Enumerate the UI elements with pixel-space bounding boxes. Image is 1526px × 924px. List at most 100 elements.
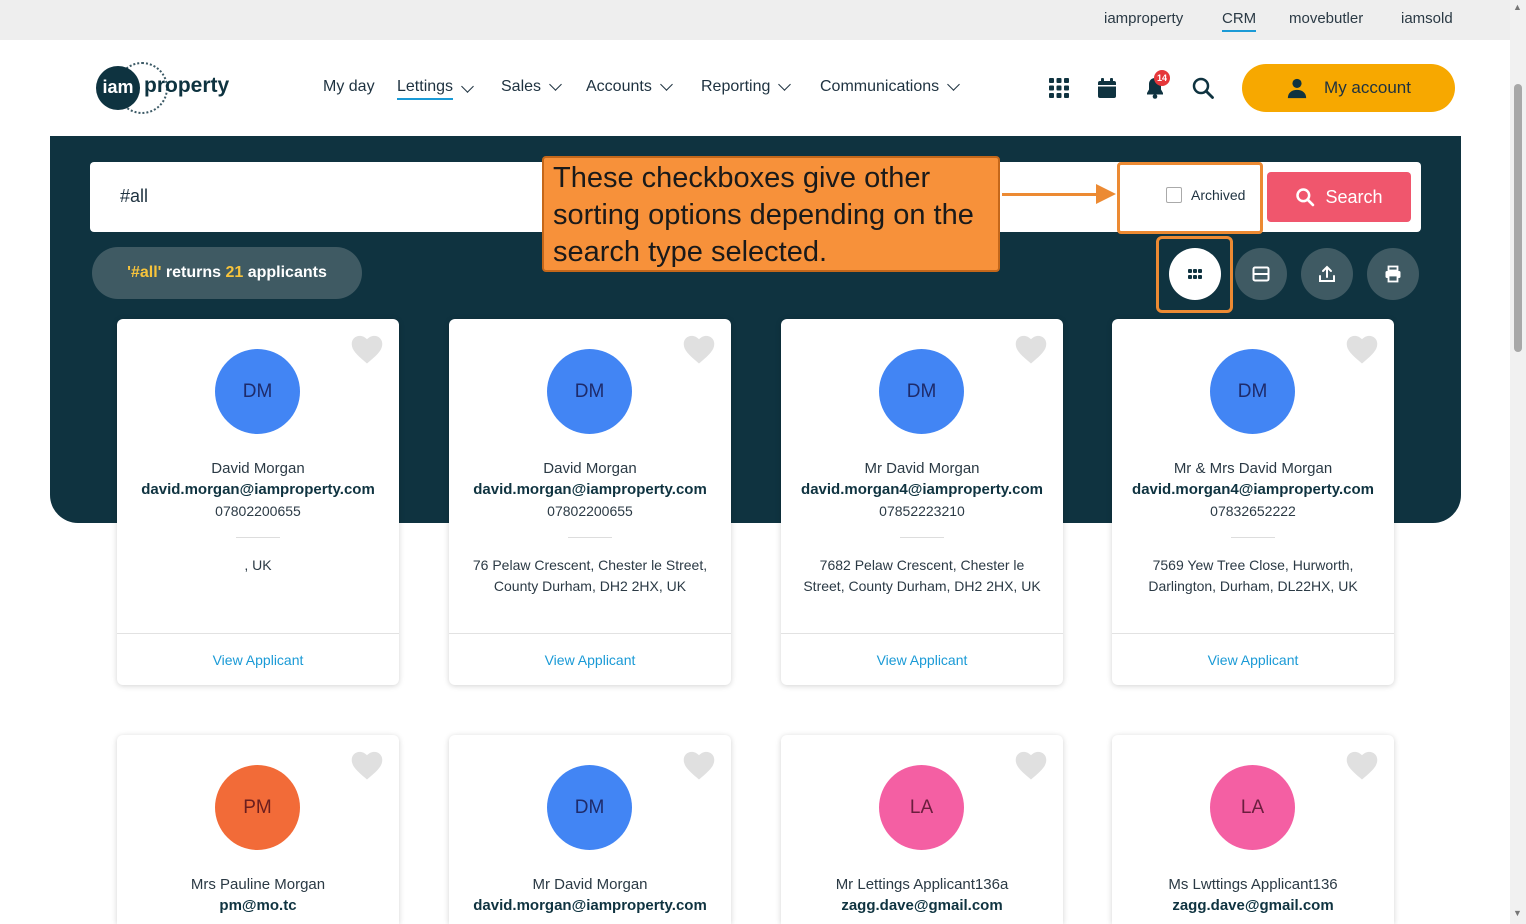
applicant-email[interactable]: zagg.dave@gmail.com (1112, 897, 1394, 914)
search-icon[interactable] (1191, 76, 1215, 100)
applicant-email[interactable]: zagg.dave@gmail.com (781, 897, 1063, 914)
util-link-iamsold[interactable]: iamsold (1401, 10, 1453, 27)
util-link-movebutler[interactable]: movebutler (1289, 10, 1363, 27)
heart-icon[interactable] (349, 749, 385, 781)
notification-count-badge: 14 (1154, 70, 1170, 86)
avatar: DM (215, 349, 300, 434)
avatar: DM (547, 765, 632, 850)
heart-icon[interactable] (1344, 749, 1380, 781)
divider (900, 537, 944, 538)
scrollbar-thumb[interactable] (1514, 84, 1522, 352)
chevron-down-icon (549, 78, 562, 91)
applicant-card[interactable]: DM Mr David Morgan david.morgan@iamprope… (449, 735, 731, 924)
avatar: DM (879, 349, 964, 434)
applicant-email[interactable]: david.morgan4@iamproperty.com (1112, 481, 1394, 498)
applicant-address: 7682 Pelaw Crescent, Chester le Street, … (803, 557, 1041, 594)
user-icon (1287, 78, 1307, 99)
applicant-name: Ms Lwttings Applicant136 (1168, 876, 1338, 893)
list-view-button[interactable] (1235, 248, 1287, 300)
nav-my-day[interactable]: My day (323, 78, 375, 96)
annotation-highlight-checkbox (1117, 162, 1263, 234)
avatar: LA (1210, 765, 1295, 850)
applicant-phone[interactable]: 07832652222 (1112, 503, 1394, 519)
nav-label: Lettings (397, 78, 454, 100)
applicant-card[interactable]: DM David Morgan david.morgan@iamproperty… (449, 319, 731, 685)
applicant-phone[interactable]: 07802200655 (117, 503, 399, 519)
utility-bar (0, 0, 1510, 40)
search-icon (1296, 188, 1315, 207)
nav-label: Reporting (701, 78, 771, 95)
util-link-crm[interactable]: CRM (1222, 10, 1257, 32)
applicant-name: Mr Lettings Applicant136a (835, 876, 1009, 893)
search-button-label: Search (1325, 186, 1383, 207)
applicant-name: Mr David Morgan (532, 876, 648, 893)
chevron-down-icon (778, 78, 792, 91)
applicant-email[interactable]: david.morgan@iamproperty.com (449, 481, 731, 498)
list-view-icon (1252, 266, 1270, 282)
applicant-card[interactable]: DM David Morgan david.morgan@iamproperty… (117, 319, 399, 685)
annotation-callout: These checkboxes give other sorting opti… (542, 156, 1000, 272)
chevron-down-icon (947, 78, 961, 91)
search-button[interactable]: Search (1267, 172, 1411, 222)
heart-icon[interactable] (681, 333, 717, 365)
nav-accounts[interactable]: Accounts (586, 78, 673, 96)
nav-label: Communications (820, 78, 940, 95)
results-query: '#all' (127, 264, 162, 281)
scroll-down-icon[interactable]: ▼ (1513, 908, 1522, 918)
avatar: DM (547, 349, 632, 434)
heart-icon[interactable] (681, 749, 717, 781)
results-suffix: applicants (243, 264, 327, 281)
heart-icon[interactable] (1013, 749, 1049, 781)
heart-icon[interactable] (349, 333, 385, 365)
applicant-card[interactable]: LA Mr Lettings Applicant136a zagg.dave@g… (781, 735, 1063, 924)
nav-lettings[interactable]: Lettings (397, 78, 474, 100)
nav-label: My day (323, 78, 375, 95)
chevron-down-icon (659, 78, 673, 91)
applicant-name: Mrs Pauline Morgan (190, 876, 326, 893)
util-link-iamproperty[interactable]: iamproperty (1104, 10, 1183, 27)
applicant-card[interactable]: DM Mr & Mrs David Morgan david.morgan4@i… (1112, 319, 1394, 685)
applicant-name: Mr & Mrs David Morgan (1173, 460, 1333, 477)
applicant-phone[interactable]: 07802200655 (449, 503, 731, 519)
avatar: LA (879, 765, 964, 850)
divider (236, 537, 280, 538)
view-applicant-link[interactable]: View Applicant (1112, 633, 1394, 685)
applicant-email[interactable]: david.morgan@iamproperty.com (449, 897, 731, 914)
print-button[interactable] (1367, 248, 1419, 300)
my-account-label: My account (1324, 78, 1411, 97)
applicant-name: Mr David Morgan (864, 460, 980, 477)
view-applicant-link[interactable]: View Applicant (117, 633, 399, 685)
divider (1231, 537, 1275, 538)
annotation-highlight-grid-button (1156, 236, 1233, 313)
view-applicant-link[interactable]: View Applicant (449, 633, 731, 685)
applicant-phone[interactable]: 07852223210 (781, 503, 1063, 519)
export-button[interactable] (1301, 248, 1353, 300)
nav-reporting[interactable]: Reporting (701, 78, 792, 96)
scroll-up-icon[interactable]: ▲ (1513, 2, 1522, 12)
applicant-email[interactable]: david.morgan@iamproperty.com (117, 481, 399, 498)
applicant-email[interactable]: pm@mo.tc (117, 897, 399, 914)
view-applicant-link[interactable]: View Applicant (781, 633, 1063, 685)
applicant-email[interactable]: david.morgan4@iamproperty.com (781, 481, 1063, 498)
nav-communications[interactable]: Communications (820, 78, 961, 96)
applicant-card[interactable]: PM Mrs Pauline Morgan pm@mo.tc (117, 735, 399, 924)
my-account-button[interactable]: My account (1242, 64, 1455, 112)
avatar: DM (1210, 349, 1295, 434)
heart-icon[interactable] (1013, 333, 1049, 365)
applicant-card[interactable]: DM Mr David Morgan david.morgan4@iamprop… (781, 319, 1063, 685)
applicant-address: , UK (244, 557, 272, 573)
results-returns-text: returns (161, 264, 226, 281)
nav-sales[interactable]: Sales (501, 78, 562, 96)
heart-icon[interactable] (1344, 333, 1380, 365)
nav-label: Accounts (586, 78, 652, 95)
logo-mark: iam (96, 66, 140, 110)
chevron-down-icon (461, 80, 474, 93)
calendar-icon[interactable] (1095, 76, 1119, 100)
iamproperty-logo[interactable]: iam property (96, 62, 236, 114)
applicant-card[interactable]: LA Ms Lwttings Applicant136 zagg.dave@gm… (1112, 735, 1394, 924)
upload-icon (1319, 265, 1335, 282)
applicant-address: 76 Pelaw Crescent, Chester le Street, Co… (472, 557, 708, 594)
apps-grid-icon[interactable] (1047, 76, 1071, 100)
annotation-arrow-head (1096, 184, 1116, 204)
applicant-name: David Morgan (543, 460, 637, 477)
